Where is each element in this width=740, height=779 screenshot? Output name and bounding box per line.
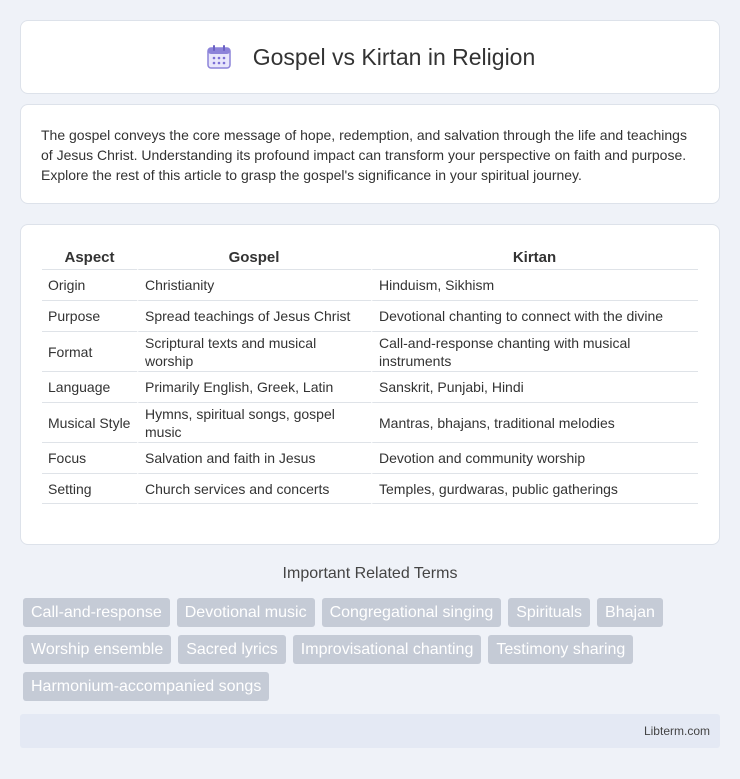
related-term-tag[interactable]: Bhajan <box>597 598 663 627</box>
kirtan-cell: Hinduism, Sikhism <box>371 269 698 300</box>
kirtan-cell: Call-and-response chanting with musical … <box>371 331 698 371</box>
page-title: Gospel vs Kirtan in Religion <box>252 43 536 70</box>
comparison-table: Aspect Gospel Kirtan Origin Christianity… <box>42 245 698 504</box>
table-row: Language Primarily English, Greek, Latin… <box>42 371 698 402</box>
aspect-cell: Format <box>42 331 137 371</box>
related-terms-title: Important Related Terms <box>282 565 458 582</box>
footer: Libterm.com <box>20 714 720 748</box>
kirtan-cell: Mantras, bhajans, traditional melodies <box>371 402 698 442</box>
related-term-tag[interactable]: Call-and-response <box>23 598 170 627</box>
column-header-kirtan: Kirtan <box>512 248 557 266</box>
gospel-cell: Scriptural texts and musical worship <box>137 331 371 371</box>
related-term-tag[interactable]: Worship ensemble <box>23 635 172 664</box>
related-term-tag[interactable]: Spirituals <box>508 598 591 627</box>
aspect-cell: Focus <box>42 442 137 473</box>
related-term-tag[interactable]: Improvisational chanting <box>292 635 482 664</box>
related-term-tag[interactable]: Devotional music <box>176 598 315 627</box>
title-card: Gospel vs Kirtan in Religion <box>20 20 720 94</box>
kirtan-cell: Temples, gurdwaras, public gatherings <box>371 473 698 504</box>
table-row: Setting Church services and concerts Tem… <box>42 473 698 504</box>
gospel-cell: Spread teachings of Jesus Christ <box>137 300 371 331</box>
table-row: Format Scriptural texts and musical wors… <box>42 331 698 371</box>
kirtan-cell: Devotion and community worship <box>371 442 698 473</box>
intro-card: The gospel conveys the core message of h… <box>20 104 720 204</box>
aspect-cell: Language <box>42 371 137 402</box>
gospel-cell: Salvation and faith in Jesus <box>137 442 371 473</box>
table-row: Focus Salvation and faith in Jesus Devot… <box>42 442 698 473</box>
gospel-cell: Hymns, spiritual songs, gospel music <box>137 402 371 442</box>
footer-site-link[interactable]: Libterm.com <box>644 724 710 738</box>
table-row: Purpose Spread teachings of Jesus Christ… <box>42 300 698 331</box>
column-header-aspect: Aspect <box>64 248 115 266</box>
kirtan-cell: Devotional chanting to connect with the … <box>371 300 698 331</box>
calendar-icon <box>206 45 231 69</box>
table-row: Musical Style Hymns, spiritual songs, go… <box>42 402 698 442</box>
aspect-cell: Musical Style <box>42 402 137 442</box>
related-term-tag[interactable]: Sacred lyrics <box>178 635 286 664</box>
related-term-tag[interactable]: Congregational singing <box>321 598 502 627</box>
related-term-tag[interactable]: Harmonium-accompanied songs <box>23 672 270 701</box>
kirtan-cell: Sanskrit, Punjabi, Hindi <box>371 371 698 402</box>
aspect-cell: Setting <box>42 473 137 504</box>
aspect-cell: Purpose <box>42 300 137 331</box>
gospel-cell: Primarily English, Greek, Latin <box>137 371 371 402</box>
intro-text: The gospel conveys the core message of h… <box>41 127 687 183</box>
aspect-cell: Origin <box>42 269 137 300</box>
table-row: Origin Christianity Hinduism, Sikhism <box>42 269 698 300</box>
gospel-cell: Christianity <box>137 269 371 300</box>
related-terms-list: Call-and-response Devotional music Congr… <box>23 598 723 701</box>
comparison-card: Aspect Gospel Kirtan Origin Christianity… <box>20 224 720 545</box>
gospel-cell: Church services and concerts <box>137 473 371 504</box>
related-term-tag[interactable]: Testimony sharing <box>488 635 634 664</box>
column-header-gospel: Gospel <box>228 248 280 266</box>
